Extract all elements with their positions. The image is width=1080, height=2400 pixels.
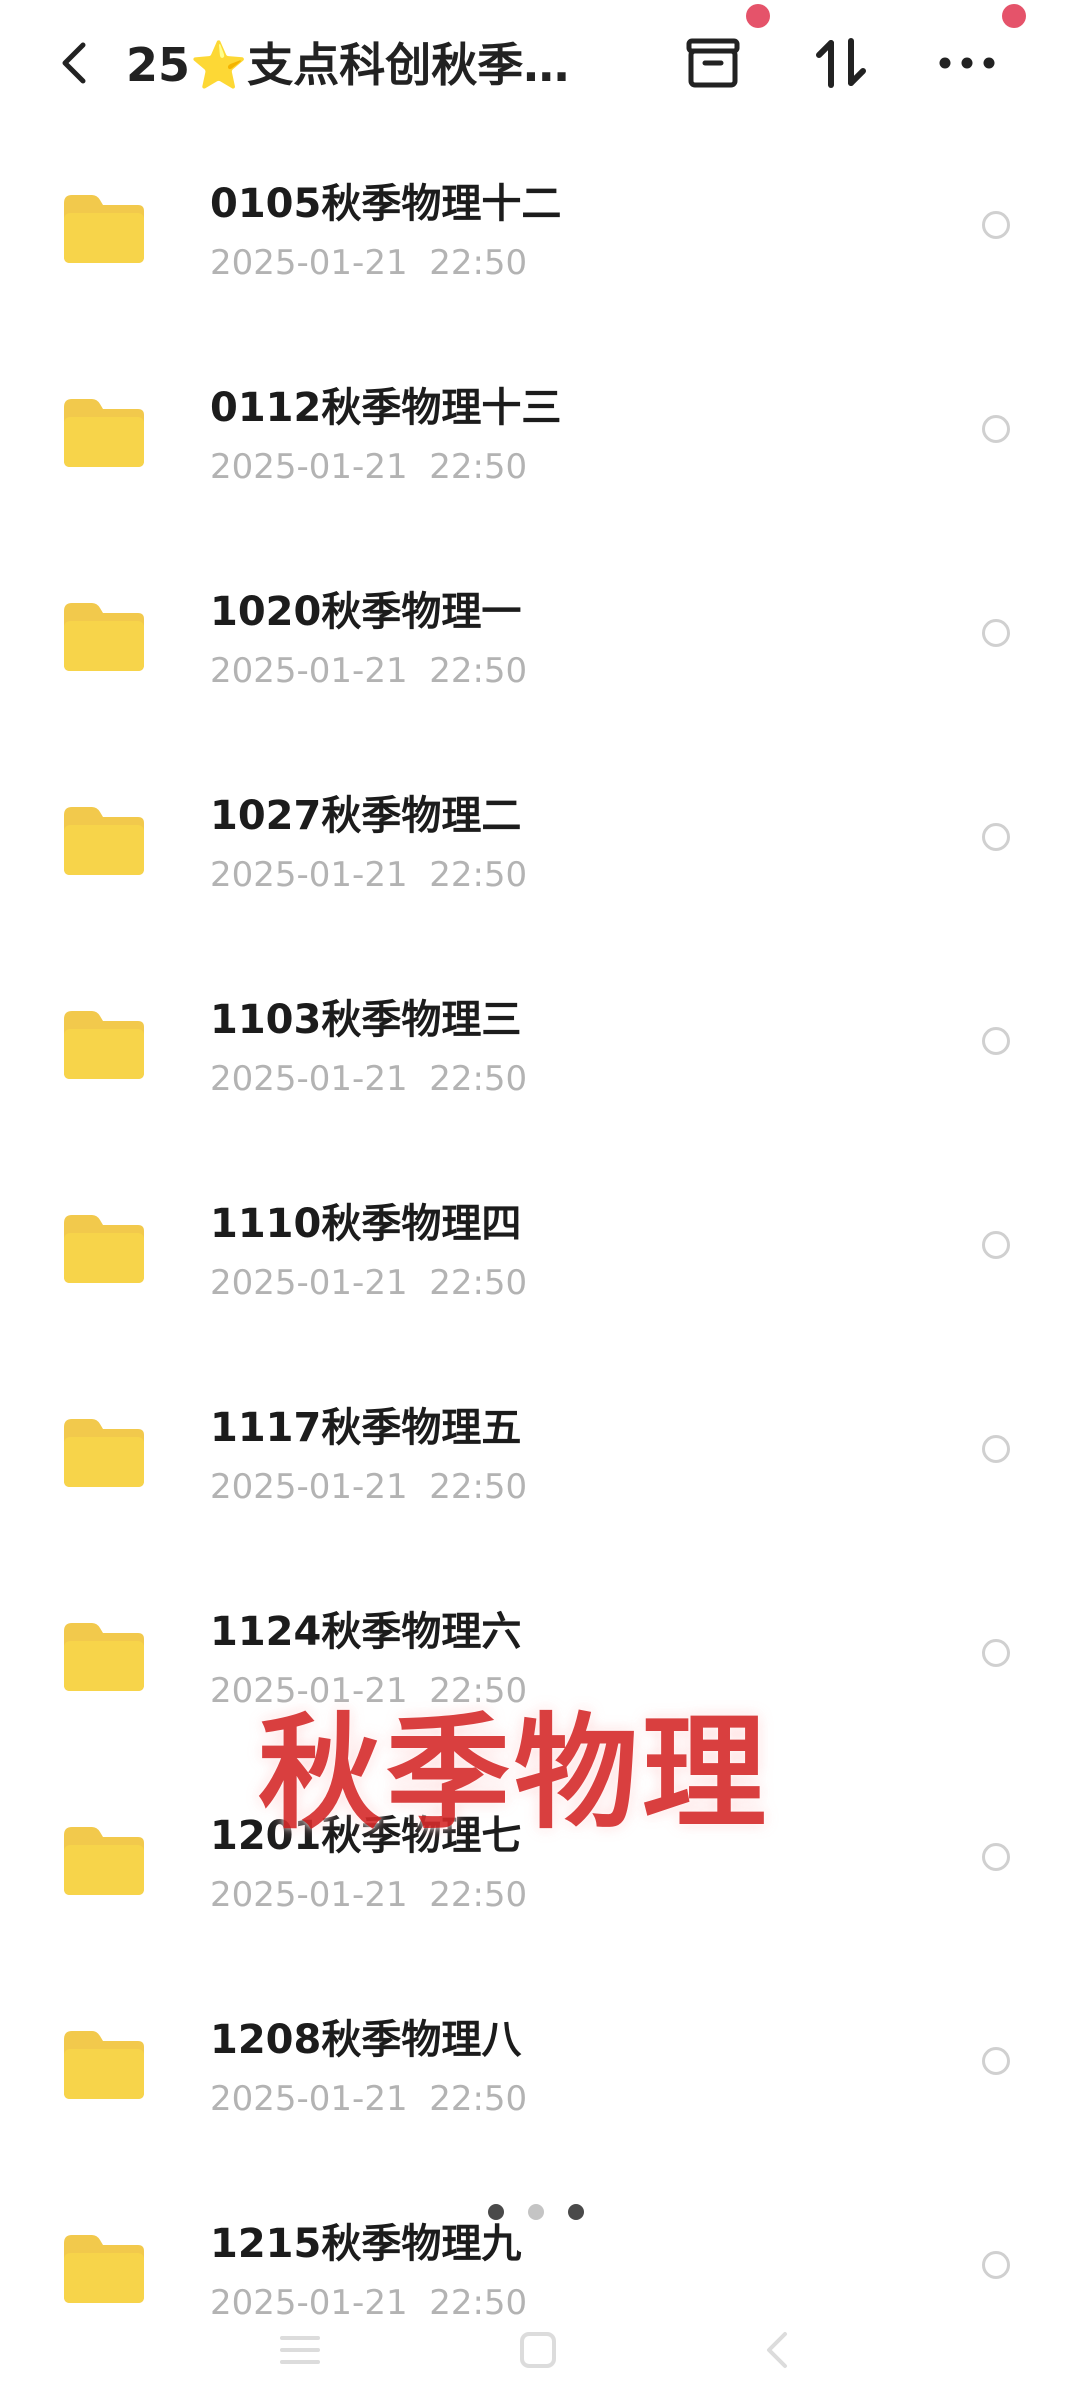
file-date: 2025-01-21 22:50 — [210, 1875, 528, 1915]
file-date: 2025-01-21 22:50 — [210, 1263, 528, 1303]
watermark-text: 秋季物理 — [258, 1702, 771, 1846]
more-badge — [1002, 4, 1026, 28]
folder-icon — [64, 1827, 144, 1895]
folder-icon — [64, 1011, 144, 1079]
back-icon — [767, 2332, 787, 2368]
folder-icon — [64, 1419, 144, 1487]
file-name: 1020秋季物理一 — [210, 589, 522, 635]
nav-home-button[interactable] — [508, 2320, 568, 2380]
select-radio[interactable] — [982, 619, 1010, 647]
select-radio[interactable] — [982, 1639, 1010, 1667]
file-date: 2025-01-21 22:50 — [210, 1059, 528, 1099]
select-radio[interactable] — [982, 2251, 1010, 2279]
page-dot — [528, 2204, 544, 2220]
menu-icon — [280, 2336, 320, 2364]
folder-icon — [64, 603, 144, 671]
archive-icon — [686, 38, 740, 88]
folder-icon — [64, 1623, 144, 1691]
nav-menu-button[interactable] — [270, 2320, 330, 2380]
folder-icon — [64, 399, 144, 467]
select-radio[interactable] — [982, 211, 1010, 239]
page-indicator — [488, 2204, 608, 2220]
file-date: 2025-01-21 22:50 — [210, 651, 528, 691]
more-icon — [939, 57, 995, 69]
sort-icon — [816, 38, 866, 88]
select-radio[interactable] — [982, 1231, 1010, 1259]
file-name: 1208秋季物理八 — [210, 2017, 522, 2063]
top-app-bar: 25⭐支点科创秋季… — [0, 0, 1080, 130]
folder-icon — [64, 2031, 144, 2099]
file-name: 0112秋季物理十三 — [210, 385, 562, 431]
file-name: 1117秋季物理五 — [210, 1405, 522, 1451]
select-radio[interactable] — [982, 2047, 1010, 2075]
file-row[interactable]: 1110秋季物理四 2025-01-21 22:50 — [0, 1145, 1080, 1349]
home-icon — [520, 2332, 556, 2368]
file-name: 1103秋季物理三 — [210, 997, 522, 1043]
system-nav-bar — [0, 2300, 1080, 2400]
select-radio[interactable] — [982, 1027, 1010, 1055]
file-date: 2025-01-21 22:50 — [210, 855, 528, 895]
back-button[interactable] — [44, 30, 104, 96]
archive-button[interactable] — [680, 30, 746, 96]
file-name: 1110秋季物理四 — [210, 1201, 522, 1247]
file-date: 2025-01-21 22:50 — [210, 1467, 528, 1507]
page-dot — [568, 2204, 584, 2220]
file-row[interactable]: 1117秋季物理五 2025-01-21 22:50 — [0, 1349, 1080, 1553]
folder-title: 25⭐支点科创秋季… — [126, 38, 570, 92]
nav-back-button[interactable] — [746, 2320, 806, 2380]
file-date: 2025-01-21 22:50 — [210, 447, 528, 487]
folder-icon — [64, 807, 144, 875]
file-name: 1215秋季物理九 — [210, 2221, 522, 2267]
file-row[interactable]: 1103秋季物理三 2025-01-21 22:50 — [0, 941, 1080, 1145]
select-radio[interactable] — [982, 823, 1010, 851]
file-row[interactable]: 0112秋季物理十三 2025-01-21 22:50 — [0, 329, 1080, 533]
folder-icon — [64, 2235, 144, 2303]
sort-button[interactable] — [808, 30, 874, 96]
chevron-left-icon — [62, 42, 86, 84]
file-name: 1027秋季物理二 — [210, 793, 522, 839]
file-row[interactable]: 1208秋季物理八 2025-01-21 22:50 — [0, 1961, 1080, 2165]
folder-icon — [64, 195, 144, 263]
file-date: 2025-01-21 22:50 — [210, 243, 528, 283]
select-radio[interactable] — [982, 1435, 1010, 1463]
page-dot — [488, 2204, 504, 2220]
file-row[interactable]: 1020秋季物理一 2025-01-21 22:50 — [0, 533, 1080, 737]
file-name: 0105秋季物理十二 — [210, 181, 562, 227]
select-radio[interactable] — [982, 415, 1010, 443]
file-list: 0105秋季物理十二 2025-01-21 22:50 0112秋季物理十三 2025… — [0, 125, 1080, 2369]
file-name: 1124秋季物理六 — [210, 1609, 522, 1655]
more-button[interactable] — [934, 30, 1000, 96]
folder-icon — [64, 1215, 144, 1283]
file-row[interactable]: 1027秋季物理二 2025-01-21 22:50 — [0, 737, 1080, 941]
file-row[interactable]: 0105秋季物理十二 2025-01-21 22:50 — [0, 125, 1080, 329]
archive-badge — [746, 4, 770, 28]
select-radio[interactable] — [982, 1843, 1010, 1871]
file-date: 2025-01-21 22:50 — [210, 2079, 528, 2119]
